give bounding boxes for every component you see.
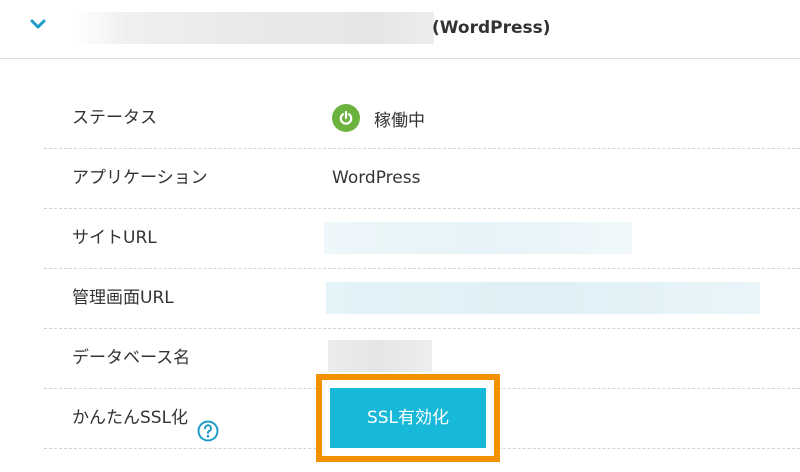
site-url-label: サイトURL — [72, 228, 157, 248]
chevron-down-icon[interactable] — [28, 14, 48, 34]
database-name-label: データベース名 — [72, 348, 191, 368]
ssl-enable-button[interactable]: SSL有効化 — [330, 388, 486, 448]
header-app-type: (WordPress) — [432, 18, 551, 38]
redacted-admin-url[interactable] — [326, 282, 760, 314]
application-label: アプリケーション — [72, 168, 208, 188]
section-header: (WordPress) — [0, 0, 800, 59]
application-value: WordPress — [332, 168, 421, 188]
row-application: アプリケーション WordPress — [44, 148, 800, 209]
row-admin-url: 管理画面URL — [44, 268, 800, 329]
easy-ssl-label: かんたんSSL化 — [72, 408, 189, 428]
redacted-site-url[interactable] — [324, 222, 632, 254]
question-circle-icon[interactable] — [197, 407, 219, 442]
status-label: ステータス — [72, 108, 157, 128]
status-text: 稼働中 — [374, 110, 425, 131]
admin-url-label: 管理画面URL — [72, 288, 174, 308]
redacted-domain-name — [72, 12, 434, 44]
redacted-database-name — [328, 340, 432, 372]
easy-ssl-label-wrap: かんたんSSL化 — [72, 388, 219, 448]
ssl-button-highlight: SSL有効化 — [316, 374, 500, 462]
application-detail-panel: (WordPress) ステータス 稼働中 アプリケーション WordPress… — [0, 0, 800, 472]
row-status: ステータス 稼働中 — [44, 88, 800, 149]
status-value: 稼働中 — [332, 104, 425, 132]
row-site-url: サイトURL — [44, 208, 800, 269]
power-icon — [332, 104, 360, 132]
